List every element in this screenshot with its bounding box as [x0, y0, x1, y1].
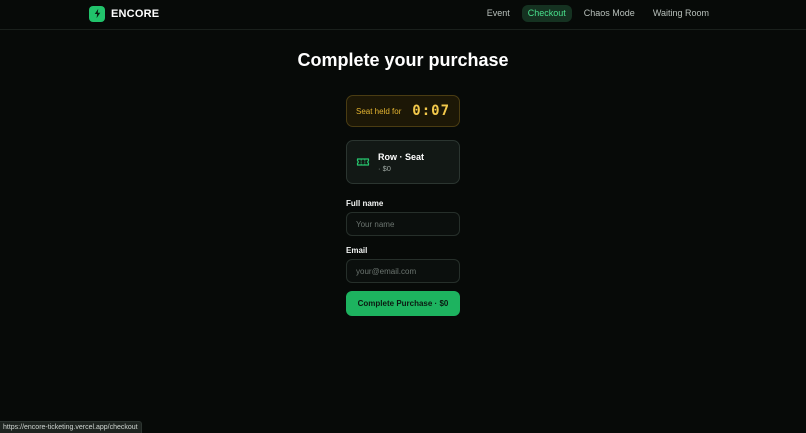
brand[interactable]: ENCORE: [89, 5, 159, 22]
email-label: Email: [346, 246, 368, 255]
seat-price: · $0: [378, 163, 391, 173]
brand-name: ENCORE: [111, 7, 160, 20]
lightning-logo-icon: [89, 5, 105, 22]
top-header: ENCORE Event Checkout Chaos Mode Waiting…: [0, 0, 806, 30]
seat-title: Row · Seat: [378, 151, 425, 162]
seat-hold-timer: Seat held for 0:07: [346, 95, 460, 127]
email-input[interactable]: [346, 259, 460, 283]
timer-label: Seat held for: [356, 106, 402, 116]
nav-waiting-room[interactable]: Waiting Room: [647, 5, 715, 22]
nav-checkout[interactable]: Checkout: [521, 5, 572, 22]
seat-details: Row · Seat · $0: [378, 152, 424, 173]
nav-chaos-mode[interactable]: Chaos Mode: [578, 5, 641, 22]
nav-event[interactable]: Event: [481, 5, 516, 22]
complete-purchase-button[interactable]: Complete Purchase · $0: [346, 291, 460, 316]
main-nav: Event Checkout Chaos Mode Waiting Room: [481, 5, 715, 22]
full-name-label: Full name: [346, 199, 384, 208]
page-title: Complete your purchase: [297, 50, 509, 70]
timer-value: 0:07: [412, 103, 450, 119]
full-name-input[interactable]: [346, 212, 460, 236]
ticket-icon: [356, 158, 370, 166]
status-bar-url: https://encore-ticketing.vercel.app/chec…: [0, 421, 142, 433]
seat-summary-card: Row · Seat · $0: [346, 140, 460, 184]
